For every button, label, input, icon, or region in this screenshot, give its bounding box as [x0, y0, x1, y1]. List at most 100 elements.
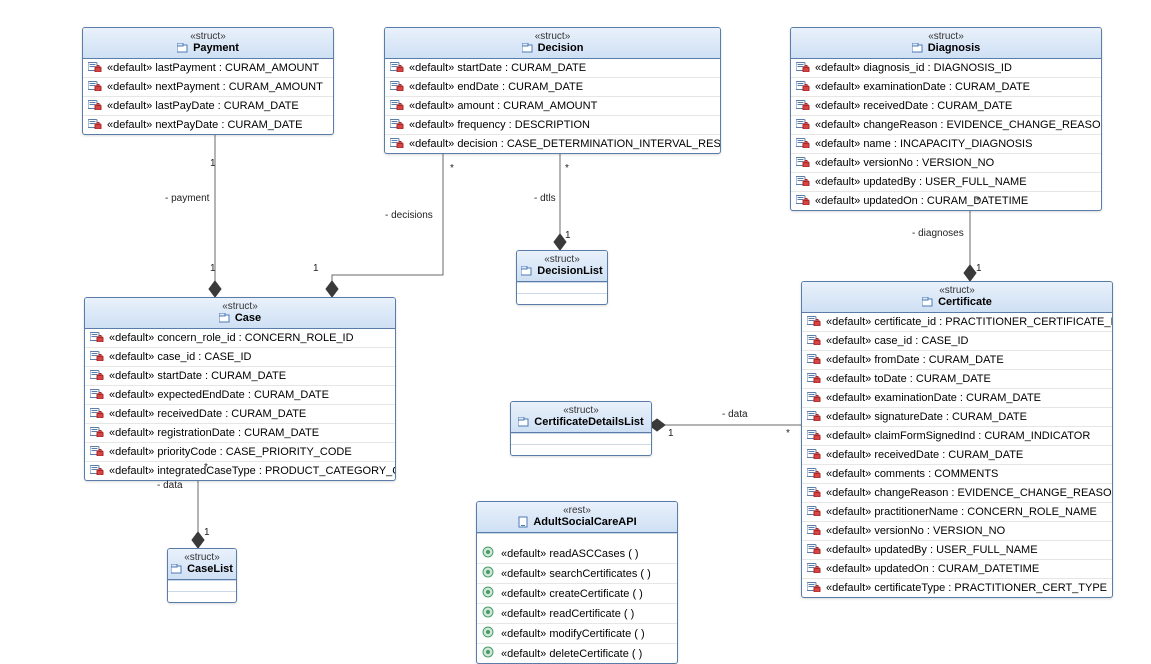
attribute-text: «default» receivedDate : CURAM_DATE [815, 100, 1012, 112]
attribute-row[interactable]: «default» receivedDate : CURAM_DATE [802, 445, 1112, 464]
attribute-text: «default» decision : CASE_DETERMINATION_… [409, 138, 721, 150]
operation-text: «default» modifyCertificate ( ) [501, 628, 645, 640]
attribute-row[interactable]: «default» fromDate : CURAM_DATE [802, 350, 1112, 369]
class-name: AdultSocialCareAPI [481, 516, 673, 528]
class-api[interactable]: «rest» AdultSocialCareAPI «default» read… [476, 501, 678, 664]
class-name: Payment [87, 42, 329, 54]
attribute-icon [807, 562, 821, 576]
class-decision[interactable]: «struct» Decision «default» startDate : … [384, 27, 721, 154]
operation-row[interactable]: «default» searchCertificates ( ) [477, 563, 677, 583]
operation-icon [482, 586, 496, 601]
attribute-row[interactable]: «default» updatedBy : USER_FULL_NAME [802, 540, 1112, 559]
attribute-row[interactable]: «default» lastPayDate : CURAM_DATE [83, 96, 333, 115]
op-list: «default» readASCCases ( )«default» sear… [477, 544, 677, 663]
mult-payment-1b: 1 [210, 263, 216, 274]
attribute-text: «default» nextPayDate : CURAM_DATE [107, 119, 302, 131]
attribute-row[interactable]: «default» integratedCaseType : PRODUCT_C… [85, 461, 395, 480]
attribute-row[interactable]: «default» name : INCAPACITY_DIAGNOSIS [791, 134, 1101, 153]
attribute-text: «default» updatedOn : CURAM_DATETIME [815, 195, 1028, 207]
attribute-icon [90, 407, 104, 421]
class-certificate[interactable]: «struct» Certificate «default» certifica… [801, 281, 1113, 598]
attribute-row[interactable]: «default» endDate : CURAM_DATE [385, 77, 720, 96]
class-name-text: CaseList [187, 563, 233, 575]
class-payment[interactable]: «struct» Payment «default» lastPayment :… [82, 27, 334, 135]
attr-list: «default» concern_role_id : CONCERN_ROLE… [85, 329, 395, 480]
attribute-row[interactable]: «default» examinationDate : CURAM_DATE [802, 388, 1112, 407]
attribute-row[interactable]: «default» changeReason : EVIDENCE_CHANGE… [802, 483, 1112, 502]
attribute-row[interactable]: «default» updatedOn : CURAM_DATETIME [791, 191, 1101, 210]
attribute-text: «default» versionNo : VERSION_NO [826, 525, 1005, 537]
attribute-row[interactable]: «default» receivedDate : CURAM_DATE [85, 404, 395, 423]
attribute-row[interactable]: «default» concern_role_id : CONCERN_ROLE… [85, 329, 395, 347]
class-name-text: Case [235, 312, 261, 324]
class-diagnosis[interactable]: «struct» Diagnosis «default» diagnosis_i… [790, 27, 1102, 211]
attribute-row[interactable]: «default» diagnosis_id : DIAGNOSIS_ID [791, 59, 1101, 77]
attribute-row[interactable]: «default» nextPayment : CURAM_AMOUNT [83, 77, 333, 96]
operation-row[interactable]: «default» createCertificate ( ) [477, 583, 677, 603]
operation-row[interactable]: «default» readASCCases ( ) [477, 544, 677, 563]
class-certdetailslist[interactable]: «struct» CertificateDetailsList [510, 401, 652, 456]
class-caselist[interactable]: «struct» CaseList [167, 548, 237, 603]
attribute-row[interactable]: «default» receivedDate : CURAM_DATE [791, 96, 1101, 115]
class-case[interactable]: «struct» Case «default» concern_role_id … [84, 297, 396, 481]
attribute-text: «default» versionNo : VERSION_NO [815, 157, 994, 169]
attribute-row[interactable]: «default» updatedOn : CURAM_DATETIME [802, 559, 1112, 578]
attribute-row[interactable]: «default» toDate : CURAM_DATE [802, 369, 1112, 388]
attribute-row[interactable]: «default» versionNo : VERSION_NO [802, 521, 1112, 540]
operation-row[interactable]: «default» deleteCertificate ( ) [477, 643, 677, 663]
operation-row[interactable]: «default» modifyCertificate ( ) [477, 623, 677, 643]
attribute-icon [807, 543, 821, 557]
class-decisionlist[interactable]: «struct» DecisionList [516, 250, 608, 305]
attribute-row[interactable]: «default» priorityCode : CASE_PRIORITY_C… [85, 442, 395, 461]
attribute-row[interactable]: «default» expectedEndDate : CURAM_DATE [85, 385, 395, 404]
class-name-text: AdultSocialCareAPI [533, 516, 636, 528]
attribute-row[interactable]: «default» amount : CURAM_AMOUNT [385, 96, 720, 115]
stereotype: «struct» [795, 31, 1097, 42]
attribute-row[interactable]: «default» decision : CASE_DETERMINATION_… [385, 134, 720, 153]
attribute-row[interactable]: «default» frequency : DESCRIPTION [385, 115, 720, 134]
mult-certdata-star: * [786, 428, 790, 439]
attribute-row[interactable]: «default» registrationDate : CURAM_DATE [85, 423, 395, 442]
attribute-icon [88, 80, 102, 94]
attribute-icon [807, 486, 821, 500]
uml-canvas: «struct» Payment «default» lastPayment :… [0, 0, 1151, 655]
class-name-text: Certificate [938, 296, 992, 308]
attribute-row[interactable]: «default» certificateType : PRACTITIONER… [802, 578, 1112, 597]
attribute-row[interactable]: «default» versionNo : VERSION_NO [791, 153, 1101, 172]
attribute-row[interactable]: «default» comments : COMMENTS [802, 464, 1112, 483]
attribute-icon [807, 410, 821, 424]
attribute-icon [807, 353, 821, 367]
attribute-row[interactable]: «default» updatedBy : USER_FULL_NAME [791, 172, 1101, 191]
attribute-row[interactable]: «default» signatureDate : CURAM_DATE [802, 407, 1112, 426]
attribute-text: «default» toDate : CURAM_DATE [826, 373, 991, 385]
attribute-row[interactable]: «default» startDate : CURAM_DATE [385, 59, 720, 77]
attribute-text: «default» fromDate : CURAM_DATE [826, 354, 1004, 366]
attribute-row[interactable]: «default» examinationDate : CURAM_DATE [791, 77, 1101, 96]
class-name-text: CertificateDetailsList [534, 416, 643, 428]
attribute-row[interactable]: «default» certificate_id : PRACTITIONER_… [802, 313, 1112, 331]
class-name: Certificate [806, 296, 1108, 308]
attribute-text: «default» amount : CURAM_AMOUNT [409, 100, 597, 112]
operation-icon [482, 646, 496, 661]
class-header: «struct» Certificate [802, 282, 1112, 313]
attribute-text: «default» registrationDate : CURAM_DATE [109, 427, 319, 439]
attribute-text: «default» case_id : CASE_ID [109, 351, 251, 363]
attribute-text: «default» certificate_id : PRACTITIONER_… [826, 316, 1113, 328]
attribute-row[interactable]: «default» nextPayDate : CURAM_DATE [83, 115, 333, 134]
attribute-row[interactable]: «default» practitionerName : CONCERN_ROL… [802, 502, 1112, 521]
attribute-text: «default» receivedDate : CURAM_DATE [109, 408, 306, 420]
stereotype: «struct» [806, 285, 1108, 296]
attribute-text: «default» comments : COMMENTS [826, 468, 998, 480]
attribute-row[interactable]: «default» changeReason : EVIDENCE_CHANGE… [791, 115, 1101, 134]
attribute-row[interactable]: «default» case_id : CASE_ID [85, 347, 395, 366]
class-header: «struct» DecisionList [517, 251, 607, 282]
operation-text: «default» readCertificate ( ) [501, 608, 634, 620]
attribute-row[interactable]: «default» claimFormSignedInd : CURAM_IND… [802, 426, 1112, 445]
attribute-row[interactable]: «default» startDate : CURAM_DATE [85, 366, 395, 385]
mult-payment-1a: 1 [210, 158, 216, 169]
class-header: «struct» Case [85, 298, 395, 329]
operation-row[interactable]: «default» readCertificate ( ) [477, 603, 677, 623]
attribute-row[interactable]: «default» lastPayment : CURAM_AMOUNT [83, 59, 333, 77]
attribute-icon [88, 118, 102, 132]
attribute-row[interactable]: «default» case_id : CASE_ID [802, 331, 1112, 350]
